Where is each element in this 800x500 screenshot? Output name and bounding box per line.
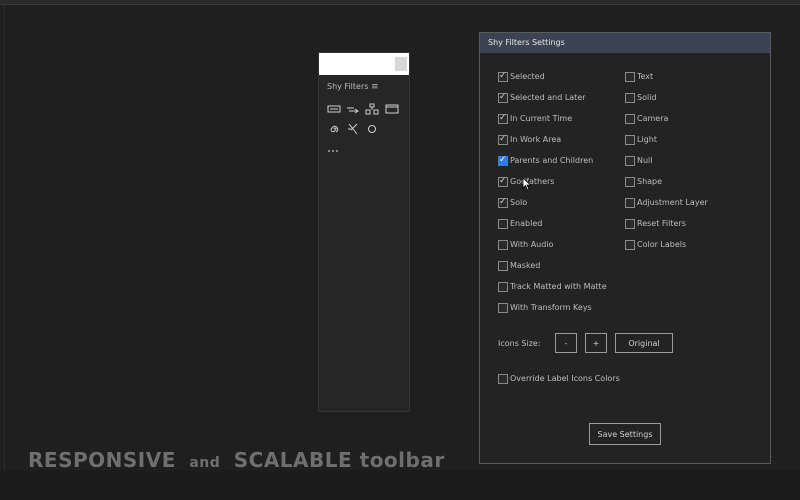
checkbox[interactable] xyxy=(498,175,508,187)
ellipsis-icon[interactable] xyxy=(327,145,341,157)
film-clip-icon[interactable] xyxy=(385,103,399,115)
option-label: Light xyxy=(637,135,657,144)
option-label: Selected xyxy=(510,72,545,81)
caption-part-3: SCALABLE toolbar xyxy=(233,448,445,472)
option-label: Masked xyxy=(510,261,541,270)
text-layer-icon[interactable] xyxy=(327,103,341,115)
option-label: Solo xyxy=(510,198,528,207)
checkbox[interactable] xyxy=(498,112,508,124)
checkbox[interactable] xyxy=(625,156,635,166)
icon-size-increase-button[interactable]: + xyxy=(585,333,607,353)
option-label: In Current Time xyxy=(510,114,573,123)
checkbox[interactable] xyxy=(498,219,508,229)
scrollbar[interactable] xyxy=(395,57,407,71)
option-label: With Audio xyxy=(510,240,554,249)
checkbox[interactable] xyxy=(498,374,508,384)
promo-caption: RESPONSIVE and SCALABLE toolbar xyxy=(28,448,445,472)
option-label: Override Label Icons Colors xyxy=(510,374,620,383)
spiral-icon[interactable] xyxy=(327,123,341,135)
checkbox[interactable] xyxy=(498,261,508,271)
bottom-bar xyxy=(0,470,800,500)
hierarchy-icon[interactable] xyxy=(365,103,379,115)
checkbox[interactable] xyxy=(625,114,635,124)
shy-filters-settings-dialog: Shy Filters Settings Selected Selected a… xyxy=(479,32,771,464)
option-label: In Work Area xyxy=(510,135,562,144)
option-label: Selected and Later xyxy=(510,93,586,102)
checkbox[interactable] xyxy=(498,303,508,313)
checkbox[interactable] xyxy=(625,93,635,103)
icons-size-label: Icons Size: xyxy=(498,339,541,348)
option-label: Camera xyxy=(637,114,669,123)
checkbox[interactable] xyxy=(625,135,635,145)
option-label: Reset Filters xyxy=(637,219,686,228)
checkbox[interactable] xyxy=(625,219,635,229)
option-label: Parents and Children xyxy=(510,156,594,165)
top-strip xyxy=(0,0,800,5)
caption-part-1: RESPONSIVE xyxy=(28,448,176,472)
checkbox[interactable] xyxy=(625,72,635,82)
shy-panel-title: Shy Filters xyxy=(327,82,369,91)
option-label: Color Labels xyxy=(637,240,687,249)
checkbox[interactable] xyxy=(625,177,635,187)
checkbox[interactable] xyxy=(498,196,508,208)
option-label: Solid xyxy=(637,93,657,102)
option-label: Text xyxy=(637,72,654,81)
panel-edge xyxy=(4,4,5,470)
option-label: Shape xyxy=(637,177,663,186)
checkbox[interactable] xyxy=(625,240,635,250)
dialog-title: Shy Filters Settings xyxy=(480,33,770,53)
checkbox[interactable] xyxy=(498,70,508,82)
light-rays-icon[interactable] xyxy=(346,123,360,135)
circle-icon[interactable] xyxy=(365,123,379,135)
checkbox[interactable] xyxy=(498,133,508,145)
option-label: Adjustment Layer xyxy=(637,198,708,207)
option-label: Godfathers xyxy=(510,177,555,186)
checkbox[interactable] xyxy=(498,240,508,250)
shape-arrow-icon[interactable] xyxy=(346,103,360,115)
save-settings-button[interactable]: Save Settings xyxy=(589,423,661,445)
checkbox[interactable] xyxy=(498,282,508,292)
shy-filters-panel: Shy Filters ≡ xyxy=(318,52,410,412)
icon-size-original-button[interactable]: Original xyxy=(615,333,673,353)
option-label: Track Matted with Matte xyxy=(510,282,607,291)
search-field[interactable] xyxy=(319,53,409,75)
hamburger-menu-icon[interactable]: ≡ xyxy=(371,78,379,96)
mouse-cursor-icon xyxy=(522,176,532,191)
shy-panel-header: Shy Filters ≡ xyxy=(319,78,409,96)
option-label: Enabled xyxy=(510,219,543,228)
checkbox[interactable] xyxy=(498,154,508,166)
icon-size-decrease-button[interactable]: - xyxy=(555,333,577,353)
checkbox[interactable] xyxy=(498,91,508,103)
checkbox[interactable] xyxy=(625,198,635,208)
option-label: With Transform Keys xyxy=(510,303,592,312)
caption-part-2: and xyxy=(189,455,221,471)
option-label: Null xyxy=(637,156,653,165)
